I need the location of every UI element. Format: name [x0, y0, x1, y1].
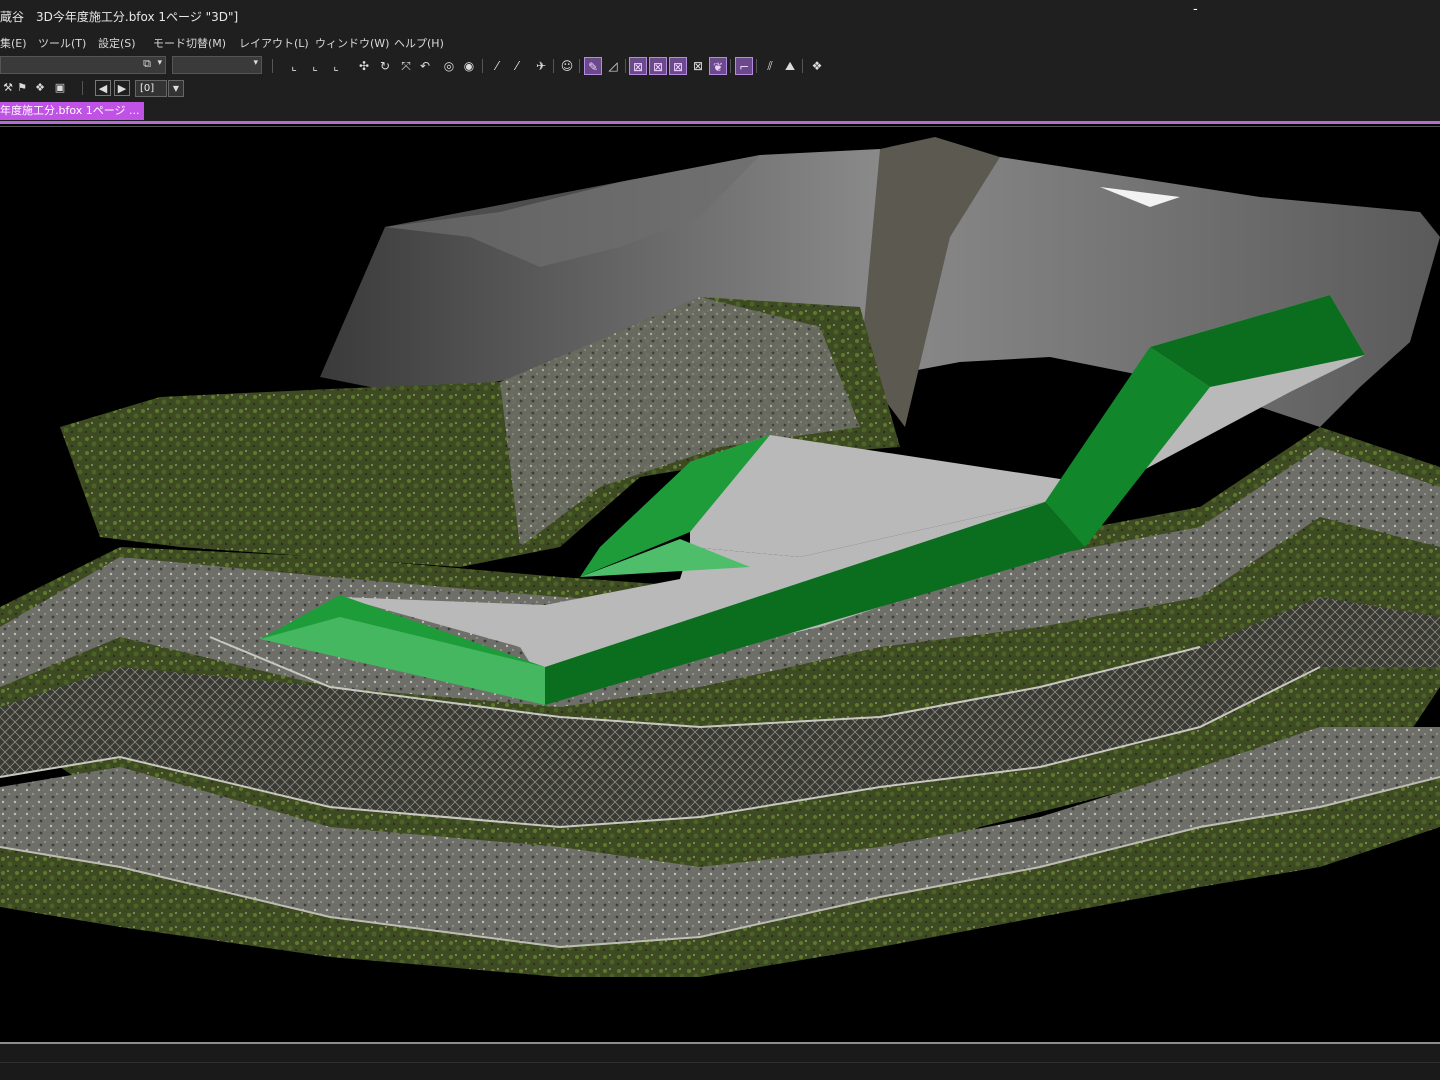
tab-accent-line — [0, 121, 1440, 124]
layers-icon[interactable]: ❖ — [808, 57, 826, 75]
document-tab[interactable]: 年度施工分.bfox 1ページ ... — [0, 102, 144, 120]
camera-icon[interactable]: ◎ — [440, 57, 458, 75]
toolbar-separator — [82, 81, 83, 95]
chevron-down-icon: ▾ — [253, 58, 258, 68]
menu-layout[interactable]: レイアウト(L) — [239, 35, 309, 51]
menu-edit[interactable]: 集(E) — [0, 35, 27, 51]
cross-icon[interactable]: ⊠ — [689, 57, 707, 75]
menu-bar: 集(E) ツール(T) 設定(S) モード切替(M) レイアウト(L) ウィンド… — [0, 30, 1440, 54]
rotate-icon[interactable]: ↻ — [376, 57, 394, 75]
toolbar-separator — [730, 59, 731, 73]
stair-icon[interactable]: ⫽ — [761, 57, 779, 75]
status-bar — [0, 1042, 1440, 1080]
undo-view-icon[interactable]: ↶ — [416, 57, 434, 75]
chevron-down-icon: ▾ — [157, 58, 162, 68]
menu-mode-switch[interactable]: モード切替(M) — [153, 35, 226, 51]
walk-tool-icon[interactable]: ⚑ — [14, 80, 30, 96]
slope-icon[interactable]: ◿ — [604, 57, 622, 75]
layer-combo[interactable]: ⧉ ▾ — [0, 56, 166, 74]
axis-x-icon[interactable]: ⌞ — [285, 57, 303, 75]
point-cloud-scene — [0, 137, 1440, 977]
view-combo[interactable]: ▾ — [172, 56, 262, 74]
plane-icon[interactable]: ✈ — [532, 57, 550, 75]
toolbar-separator — [272, 59, 273, 73]
window-title: 蔵谷 3D今年度施工分.bfox 1ページ "3D"] — [0, 10, 239, 24]
prev-frame-icon[interactable]: ◀ — [95, 80, 111, 96]
copy-icon: ⧉ — [143, 57, 151, 70]
transform-icon[interactable]: ⤧ — [397, 57, 415, 75]
pen-icon[interactable]: ✎ — [584, 57, 602, 75]
box-wire-icon[interactable]: ⊠ — [669, 57, 687, 75]
layers-color-icon[interactable]: ❖ — [32, 80, 48, 96]
camera-rotate-icon[interactable]: ◉ — [460, 57, 478, 75]
menu-tools[interactable]: ツール(T) — [38, 35, 86, 51]
status-divider — [0, 1062, 1440, 1063]
document-tab-row: 年度施工分.bfox 1ページ ... — [0, 100, 1440, 121]
toolbar-separator — [482, 59, 483, 73]
walk-icon[interactable]: ☺ — [558, 57, 576, 75]
menu-window[interactable]: ウィンドウ(W) — [315, 35, 389, 51]
box-fill-icon[interactable]: ⊠ — [649, 57, 667, 75]
title-bar: 蔵谷 3D今年度施工分.bfox 1ページ "3D"] - — [0, 0, 1440, 30]
menu-help[interactable]: ヘルプ(H) — [394, 35, 444, 51]
terrain-icon[interactable]: ⛰ — [781, 57, 799, 75]
main-toolbar: ⧉ ▾ ▾ ⌞ ⌞ ⌞ ✣ ↻ ⤧ ↶ ◎ ◉ ⁄ ⁄ ✈ ☺ ✎ ◿ ⊠ ⊠ … — [0, 54, 1440, 78]
box-x-icon[interactable]: ⊠ — [629, 57, 647, 75]
secondary-toolbar: ⚒ ⚑ ❖ ▣ ◀ ▶ — [0, 78, 1440, 100]
toolbar-separator — [579, 59, 580, 73]
minimize-button[interactable]: - — [1193, 2, 1198, 17]
toolbar-separator — [802, 59, 803, 73]
line-icon[interactable]: ⌐ — [735, 57, 753, 75]
toolbar-separator — [553, 59, 554, 73]
leaf-icon[interactable]: ❦ — [709, 57, 727, 75]
menu-settings[interactable]: 設定(S) — [98, 35, 136, 51]
axis-z-icon[interactable]: ⌞ — [327, 57, 345, 75]
next-frame-icon[interactable]: ▶ — [114, 80, 130, 96]
chevron-down-icon[interactable]: ▼ — [168, 80, 184, 97]
toolbar-separator — [625, 59, 626, 73]
frame-input[interactable]: [0] — [135, 80, 167, 97]
move-icon[interactable]: ✣ — [355, 57, 373, 75]
eraser-icon[interactable]: ⁄ — [508, 57, 526, 75]
3d-viewport[interactable] — [0, 127, 1440, 1042]
toolbar-separator — [756, 59, 757, 73]
axis-y-icon[interactable]: ⌞ — [306, 57, 324, 75]
brush-icon[interactable]: ⁄ — [488, 57, 506, 75]
image-icon[interactable]: ▣ — [52, 80, 68, 96]
